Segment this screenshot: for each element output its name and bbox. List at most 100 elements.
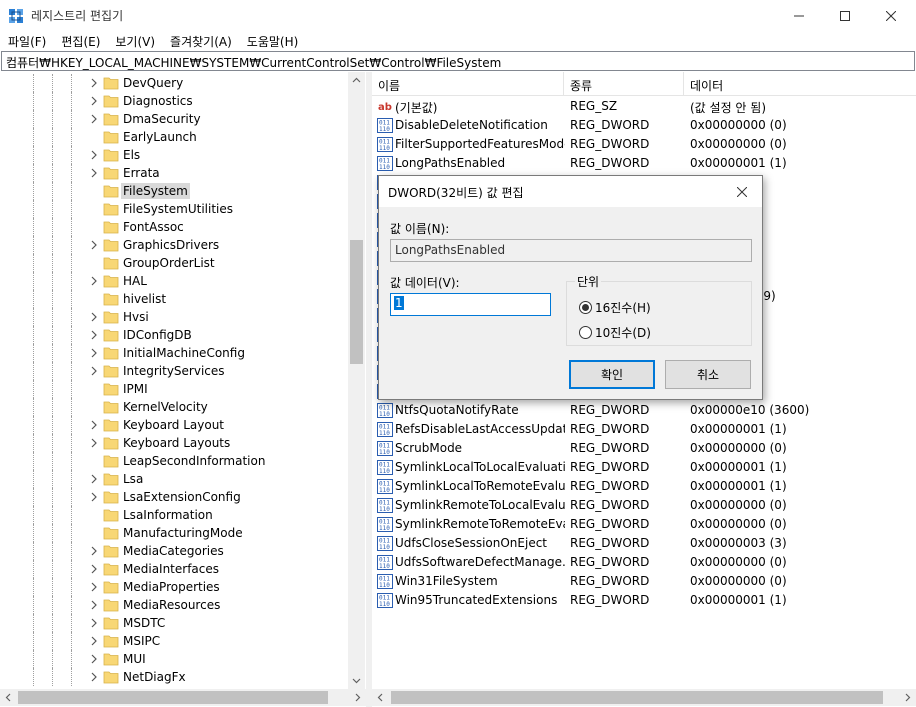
chevron-right-icon[interactable]	[88, 166, 100, 180]
menu-edit[interactable]: 편집(E)	[53, 31, 107, 51]
tree-item[interactable]: LeapSecondInformation	[0, 452, 348, 470]
scroll-left-icon[interactable]	[372, 689, 389, 706]
chevron-right-icon[interactable]	[88, 112, 100, 126]
menu-file[interactable]: 파일(F)	[0, 31, 53, 51]
chevron-right-icon[interactable]	[88, 418, 100, 432]
tree-item[interactable]: FileSystem	[0, 182, 348, 200]
column-type[interactable]: 종류	[564, 72, 684, 96]
value-row[interactable]: 011 110 SymlinkRemoteToLocalEvalu... REG_DW…	[372, 496, 916, 515]
value-row[interactable]: 011 110 SymlinkRemoteToRemoteEva... REG_DWO…	[372, 515, 916, 534]
chevron-right-icon[interactable]	[88, 346, 100, 360]
dialog-close-button[interactable]	[731, 181, 753, 203]
tree-item[interactable]: EarlyLaunch	[0, 128, 348, 146]
value-row[interactable]: 011 110 RefsDisableLastAccessUpdate REG_DWO…	[372, 420, 916, 439]
chevron-right-icon[interactable]	[88, 364, 100, 378]
chevron-right-icon[interactable]	[88, 544, 100, 558]
value-data-input[interactable]: 1	[390, 293, 551, 316]
radix-hex-option[interactable]: 16진수(H)	[579, 298, 651, 316]
scroll-right-icon[interactable]	[349, 689, 366, 706]
cancel-button[interactable]: 취소	[665, 360, 751, 389]
maximize-button[interactable]	[822, 0, 868, 31]
chevron-right-icon[interactable]	[88, 670, 100, 684]
tree-item[interactable]: Lsa	[0, 470, 348, 488]
ok-button[interactable]: 확인	[569, 360, 655, 389]
value-row[interactable]: 011 110 UdfsCloseSessionOnEject REG_DWORD 0x…	[372, 534, 916, 553]
value-row[interactable]: 011 110 NtfsQuotaNotifyRate REG_DWORD 0x0000…	[372, 401, 916, 420]
tree-item[interactable]: MediaCategories	[0, 542, 348, 560]
tree-vertical-scrollbar[interactable]	[348, 72, 365, 689]
chevron-right-icon[interactable]	[88, 238, 100, 252]
tree-scroll-thumb[interactable]	[350, 240, 363, 364]
chevron-right-icon[interactable]	[88, 148, 100, 162]
tree-item[interactable]: IntegrityServices	[0, 362, 348, 380]
radio-hex[interactable]	[579, 300, 592, 314]
tree-item[interactable]: Keyboard Layouts	[0, 434, 348, 452]
column-data[interactable]: 데이터	[684, 72, 916, 96]
tree-item[interactable]: MediaProperties	[0, 578, 348, 596]
tree-item[interactable]: Els	[0, 146, 348, 164]
minimize-button[interactable]	[776, 0, 822, 31]
address-bar[interactable]: 컴퓨터₩HKEY_LOCAL_MACHINE₩SYSTEM₩CurrentCon…	[1, 51, 915, 71]
tree-item[interactable]: GraphicsDrivers	[0, 236, 348, 254]
value-row[interactable]: ab (기본값) REG_SZ (값 설정 안 됨)	[372, 97, 916, 116]
radio-dec[interactable]	[579, 325, 592, 339]
tree-item[interactable]: LsaExtensionConfig	[0, 488, 348, 506]
chevron-right-icon[interactable]	[88, 472, 100, 486]
tree-hscroll-thumb[interactable]	[18, 691, 328, 704]
tree-item[interactable]: Errata	[0, 164, 348, 182]
tree-item[interactable]: MediaResources	[0, 596, 348, 614]
value-row[interactable]: 011 110 LongPathsEnabled REG_DWORD 0x0000000…	[372, 154, 916, 173]
chevron-right-icon[interactable]	[88, 94, 100, 108]
close-button[interactable]	[868, 0, 914, 31]
tree-item[interactable]: hivelist	[0, 290, 348, 308]
tree-item[interactable]: MSDTC	[0, 614, 348, 632]
tree-item[interactable]: FileSystemUtilities	[0, 200, 348, 218]
tree-item[interactable]: HAL	[0, 272, 348, 290]
chevron-right-icon[interactable]	[88, 562, 100, 576]
chevron-right-icon[interactable]	[88, 436, 100, 450]
tree-item[interactable]: DmaSecurity	[0, 110, 348, 128]
menu-help[interactable]: 도움말(H)	[239, 31, 306, 51]
chevron-right-icon[interactable]	[88, 580, 100, 594]
tree-item[interactable]: GroupOrderList	[0, 254, 348, 272]
menu-favorites[interactable]: 즐겨찾기(A)	[162, 31, 239, 51]
tree-item[interactable]: NetDiagFx	[0, 668, 348, 686]
list-hscroll-thumb[interactable]	[391, 691, 883, 704]
tree-item[interactable]: Hvsi	[0, 308, 348, 326]
chevron-right-icon[interactable]	[88, 310, 100, 324]
value-row[interactable]: 011 110 ScrubMode REG_DWORD 0x00000000 (0)	[372, 439, 916, 458]
value-row[interactable]: 011 110 SymlinkLocalToLocalEvaluation REG_D…	[372, 458, 916, 477]
value-row[interactable]: 011 110 FilterSupportedFeaturesMode REG_DWO…	[372, 135, 916, 154]
tree-item[interactable]: LsaInformation	[0, 506, 348, 524]
list-horizontal-scrollbar[interactable]	[372, 689, 916, 706]
tree-item[interactable]: KernelVelocity	[0, 398, 348, 416]
chevron-right-icon[interactable]	[88, 598, 100, 612]
chevron-right-icon[interactable]	[88, 490, 100, 504]
tree-item[interactable]: MUI	[0, 650, 348, 668]
value-row[interactable]: 011 110 Win95TruncatedExtensions REG_DWORD 0…	[372, 591, 916, 610]
chevron-right-icon[interactable]	[88, 652, 100, 666]
chevron-right-icon[interactable]	[88, 634, 100, 648]
tree-item[interactable]: IDConfigDB	[0, 326, 348, 344]
value-row[interactable]: 011 110 SymlinkLocalToRemoteEvalu... REG_DW…	[372, 477, 916, 496]
scroll-up-icon[interactable]	[348, 72, 365, 89]
tree-item[interactable]: FontAssoc	[0, 218, 348, 236]
tree-item[interactable]: MSIPC	[0, 632, 348, 650]
value-row[interactable]: 011 110 UdfsSoftwareDefectManage... REG_DWO…	[372, 553, 916, 572]
menu-view[interactable]: 보기(V)	[107, 31, 162, 51]
column-name[interactable]: 이름	[372, 72, 564, 96]
tree-item[interactable]: IPMI	[0, 380, 348, 398]
chevron-right-icon[interactable]	[88, 274, 100, 288]
chevron-right-icon[interactable]	[88, 76, 100, 90]
tree-item[interactable]: MediaInterfaces	[0, 560, 348, 578]
tree-item[interactable]: DevQuery	[0, 74, 348, 92]
tree-item[interactable]: ManufacturingMode	[0, 524, 348, 542]
scroll-right-icon[interactable]	[899, 689, 916, 706]
chevron-right-icon[interactable]	[88, 616, 100, 630]
scroll-left-icon[interactable]	[0, 689, 17, 706]
radix-dec-option[interactable]: 10진수(D)	[579, 323, 651, 341]
tree-item[interactable]: Diagnostics	[0, 92, 348, 110]
chevron-right-icon[interactable]	[88, 328, 100, 342]
tree-item[interactable]: Keyboard Layout	[0, 416, 348, 434]
value-row[interactable]: 011 110 DisableDeleteNotification REG_DWORD…	[372, 116, 916, 135]
